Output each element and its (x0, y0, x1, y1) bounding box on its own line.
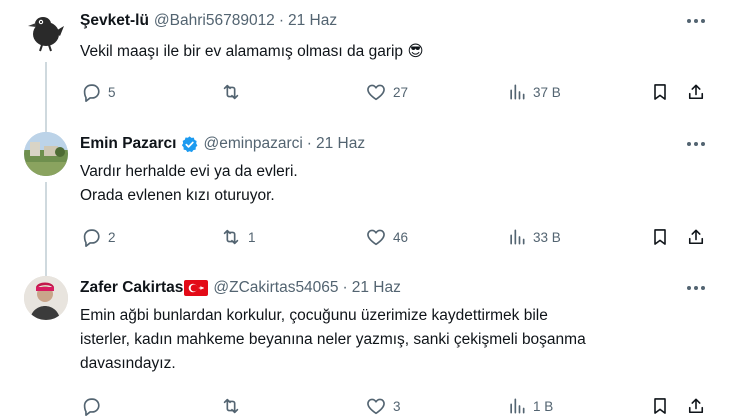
retweet-button[interactable] (220, 394, 248, 418)
reply-button[interactable] (80, 394, 108, 418)
like-button[interactable]: 27 (365, 80, 408, 104)
views-icon (510, 229, 525, 245)
reply-icon (83, 398, 100, 416)
separator: · (278, 12, 284, 29)
display-name[interactable]: Zafer Cakirtas (80, 279, 183, 297)
reply-icon (83, 229, 100, 247)
more-icon[interactable] (682, 133, 710, 155)
action-bar: 2 1 46 33 B (0, 225, 730, 249)
verified-badge-icon (180, 135, 199, 154)
bookmark-icon[interactable] (648, 225, 672, 249)
tweet-3[interactable]: Zafer Cakirtas @ZCakirtas54065 · 21 Haz … (0, 276, 730, 420)
tweet-text-line: Vekil maaşı ile bir ev alamamış olması d… (80, 43, 424, 60)
action-bar: 3 1 B (0, 394, 730, 418)
views-icon (510, 84, 525, 100)
views-count: 37 B (533, 84, 561, 100)
tweet-text-line: davasındayız. (80, 355, 176, 372)
timestamp[interactable]: 21 Haz (288, 12, 337, 30)
reply-icon (83, 84, 100, 102)
like-button[interactable]: 46 (365, 225, 408, 249)
user-handle[interactable]: @Bahri56789012 (154, 12, 275, 30)
views-button[interactable]: 37 B (507, 80, 561, 104)
timestamp[interactable]: 21 Haz (316, 135, 365, 153)
landscape-avatar-icon (24, 132, 68, 176)
avatar[interactable] (24, 10, 68, 54)
like-icon (367, 229, 385, 246)
more-icon[interactable] (682, 10, 710, 32)
action-bar: 5 27 37 B (0, 80, 730, 104)
tweet-text: Vardır herhalde evi ya da evleri. Orada … (80, 160, 298, 208)
avatar[interactable] (24, 132, 68, 176)
tweet-text: Emin ağbi bunlardan korkulur, çocuğunu ü… (80, 304, 586, 376)
share-icon[interactable] (684, 80, 708, 104)
views-button[interactable]: 33 B (507, 225, 561, 249)
reply-count: 5 (108, 84, 116, 100)
person-avatar-icon (24, 276, 68, 320)
reply-count: 2 (108, 229, 116, 245)
user-handle[interactable]: @ZCakirtas54065 (213, 279, 338, 297)
tweet-header: Emin Pazarcı @eminpazarci · 21 Haz (80, 133, 365, 155)
tweet-text-line: Vardır herhalde evi ya da evleri. (80, 163, 298, 180)
bookmark-icon[interactable] (648, 394, 672, 418)
views-button[interactable]: 1 B (507, 394, 553, 418)
like-count: 3 (393, 398, 401, 414)
like-count: 46 (393, 229, 409, 245)
reply-button[interactable]: 2 (80, 225, 116, 249)
separator: · (342, 279, 348, 296)
timestamp[interactable]: 21 Haz (352, 279, 401, 297)
tweet-text: Vekil maaşı ile bir ev alamamış olması d… (80, 40, 424, 64)
turkey-flag-icon (184, 280, 209, 296)
separator: · (306, 135, 312, 152)
display-name[interactable]: Emin Pazarcı (80, 135, 177, 153)
retweet-button[interactable] (220, 80, 248, 104)
tweet-2[interactable]: Emin Pazarcı @eminpazarci · 21 Haz Vardı… (0, 132, 730, 308)
tweet-1[interactable]: Şevket-lü @Bahri56789012 · 21 Haz Vekil … (0, 8, 730, 172)
bookmark-icon[interactable] (648, 80, 672, 104)
like-icon (367, 84, 385, 101)
crow-avatar-icon (28, 17, 64, 52)
display-name[interactable]: Şevket-lü (80, 12, 149, 30)
like-icon (367, 398, 385, 415)
reply-button[interactable]: 5 (80, 80, 116, 104)
tweet-text-line: Orada evlenen kızı oturuyor. (80, 187, 275, 204)
like-button[interactable]: 3 (365, 394, 401, 418)
share-icon[interactable] (684, 225, 708, 249)
tweet-header: Şevket-lü @Bahri56789012 · 21 Haz (80, 10, 337, 32)
retweet-count: 1 (248, 229, 256, 245)
share-icon[interactable] (684, 394, 708, 418)
retweet-icon (223, 84, 239, 100)
tweet-text-line: isterler, kadın mahkeme beyanına neler y… (80, 331, 586, 348)
more-icon[interactable] (682, 277, 710, 299)
like-count: 27 (393, 84, 409, 100)
views-icon (510, 398, 525, 414)
user-handle[interactable]: @eminpazarci (204, 135, 303, 153)
retweet-button[interactable]: 1 (220, 225, 256, 249)
tweet-text-line: Emin ağbi bunlardan korkulur, çocuğunu ü… (80, 307, 548, 324)
retweet-icon (223, 398, 239, 414)
views-count: 1 B (533, 398, 554, 414)
avatar[interactable] (24, 276, 68, 320)
retweet-icon (223, 229, 239, 245)
views-count: 33 B (533, 229, 561, 245)
tweet-header: Zafer Cakirtas @ZCakirtas54065 · 21 Haz (80, 277, 401, 299)
